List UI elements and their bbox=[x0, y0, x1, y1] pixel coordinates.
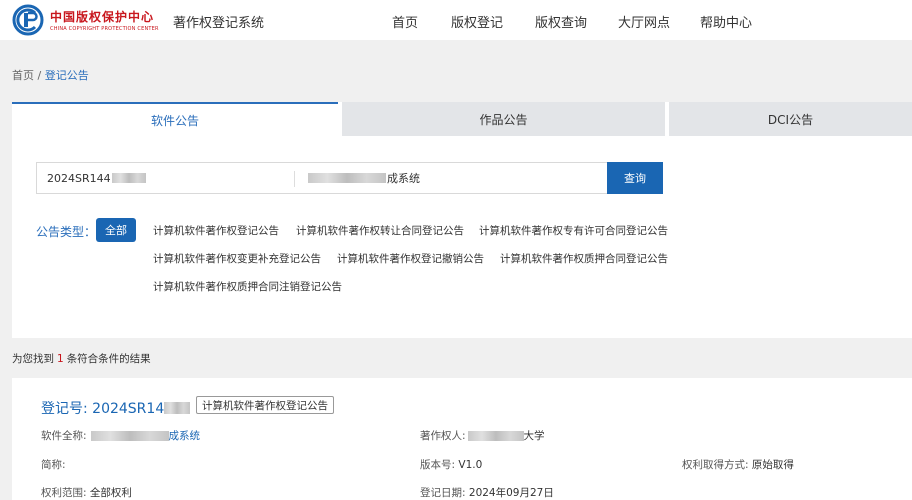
type-option-change[interactable]: 计算机软件著作权变更补充登记公告 bbox=[153, 251, 321, 266]
scope-label: 权利范围: bbox=[41, 487, 87, 499]
scope-value: 全部权利 bbox=[89, 487, 132, 499]
result-card[interactable]: 登记号: 2024SR14 计算机软件著作权登记公告 软件全称: 成系统 著作权… bbox=[12, 378, 912, 500]
field-version: 版本号: V1.0 bbox=[420, 457, 482, 472]
redacted-block bbox=[90, 430, 169, 441]
registration-number[interactable]: 登记号: 2024SR14 bbox=[41, 398, 191, 418]
nav-home[interactable]: 首页 bbox=[392, 12, 418, 31]
announcement-type-badge: 计算机软件著作权登记公告 bbox=[196, 396, 334, 414]
reg-no-value: 2024SR144 bbox=[47, 171, 111, 185]
search-divider bbox=[294, 171, 295, 187]
software-name-value: 成系统 bbox=[387, 172, 420, 185]
result-suffix: 条符合条件的结果 bbox=[66, 353, 151, 365]
type-option-transfer[interactable]: 计算机软件著作权转让合同登记公告 bbox=[296, 223, 464, 238]
reg-no-input[interactable]: 2024SR144 bbox=[47, 163, 287, 193]
tab-software[interactable]: 软件公告 bbox=[12, 102, 338, 136]
version-value: V1.0 bbox=[458, 458, 483, 471]
short-name-label: 简称: bbox=[41, 459, 66, 471]
redacted-block bbox=[308, 173, 386, 183]
main-nav: 首页 版权登记 版权查询 大厅网点 帮助中心 bbox=[0, 12, 912, 31]
type-option-revocation[interactable]: 计算机软件著作权登记撤销公告 bbox=[337, 251, 484, 266]
tab-works[interactable]: 作品公告 bbox=[342, 102, 665, 136]
type-option-pledge-cancel[interactable]: 计算机软件著作权质押合同注销登记公告 bbox=[153, 279, 342, 294]
version-label: 版本号: bbox=[420, 459, 456, 471]
redacted-block bbox=[164, 402, 191, 414]
full-name-value[interactable]: 成系统 bbox=[169, 428, 201, 443]
field-registration-date: 登记日期: 2024年09月27日 bbox=[420, 485, 554, 500]
acquire-label: 权利取得方式: bbox=[682, 459, 749, 471]
type-option-registration[interactable]: 计算机软件著作权登记公告 bbox=[153, 223, 279, 238]
breadcrumb-home[interactable]: 首页 bbox=[12, 69, 34, 82]
owner-label: 著作权人: bbox=[420, 430, 466, 442]
tab-dci[interactable]: DCI公告 bbox=[669, 102, 912, 136]
result-prefix: 为您找到 bbox=[12, 353, 54, 365]
result-count: 为您找到 1 条符合条件的结果 bbox=[12, 351, 151, 366]
nav-copyright-registration[interactable]: 版权登记 bbox=[451, 12, 503, 31]
breadcrumb: 首页 / 登记公告 bbox=[12, 67, 89, 83]
type-all-button[interactable]: 全部 bbox=[96, 218, 136, 242]
software-name-input[interactable]: 成系统 bbox=[308, 163, 598, 193]
top-header: 中国版权保护中心 CHINA COPYRIGHT PROTECTION CENT… bbox=[0, 0, 912, 40]
announcement-type-label: 公告类型： bbox=[36, 225, 97, 239]
field-full-name: 软件全称: 成系统 bbox=[41, 428, 200, 443]
breadcrumb-current: 登记公告 bbox=[44, 69, 89, 82]
owner-value: 大学 bbox=[523, 430, 545, 442]
field-rights-scope: 权利范围: 全部权利 bbox=[41, 485, 132, 500]
announcement-tabs: 软件公告 作品公告 DCI公告 bbox=[12, 102, 912, 136]
breadcrumb-separator: / bbox=[37, 69, 42, 82]
nav-hall-outlets[interactable]: 大厅网点 bbox=[618, 12, 670, 31]
registration-number-text: 登记号: 2024SR14 bbox=[41, 401, 165, 417]
date-value: 2024年09月27日 bbox=[468, 487, 554, 499]
type-option-pledge[interactable]: 计算机软件著作权质押合同登记公告 bbox=[500, 251, 668, 266]
acquire-value: 原始取得 bbox=[751, 459, 794, 471]
type-option-exclusive-license[interactable]: 计算机软件著作权专有许可合同登记公告 bbox=[479, 223, 668, 238]
full-name-label: 软件全称: bbox=[41, 430, 87, 442]
field-short-name: 简称: bbox=[41, 457, 66, 472]
field-owner: 著作权人: 大学 bbox=[420, 428, 545, 443]
nav-copyright-query[interactable]: 版权查询 bbox=[535, 12, 587, 31]
search-button[interactable]: 查询 bbox=[607, 162, 663, 194]
field-acquire-method: 权利取得方式: 原始取得 bbox=[682, 457, 794, 472]
date-label: 登记日期: bbox=[420, 487, 466, 499]
redacted-block bbox=[467, 430, 524, 441]
result-number: 1 bbox=[57, 353, 64, 365]
redacted-block bbox=[111, 173, 146, 183]
announcement-panel: 软件公告 作品公告 DCI公告 2024SR144 成系统 查询 公告类型： 全… bbox=[12, 102, 912, 338]
nav-help-center[interactable]: 帮助中心 bbox=[700, 12, 752, 31]
search-box: 2024SR144 成系统 bbox=[36, 162, 608, 194]
